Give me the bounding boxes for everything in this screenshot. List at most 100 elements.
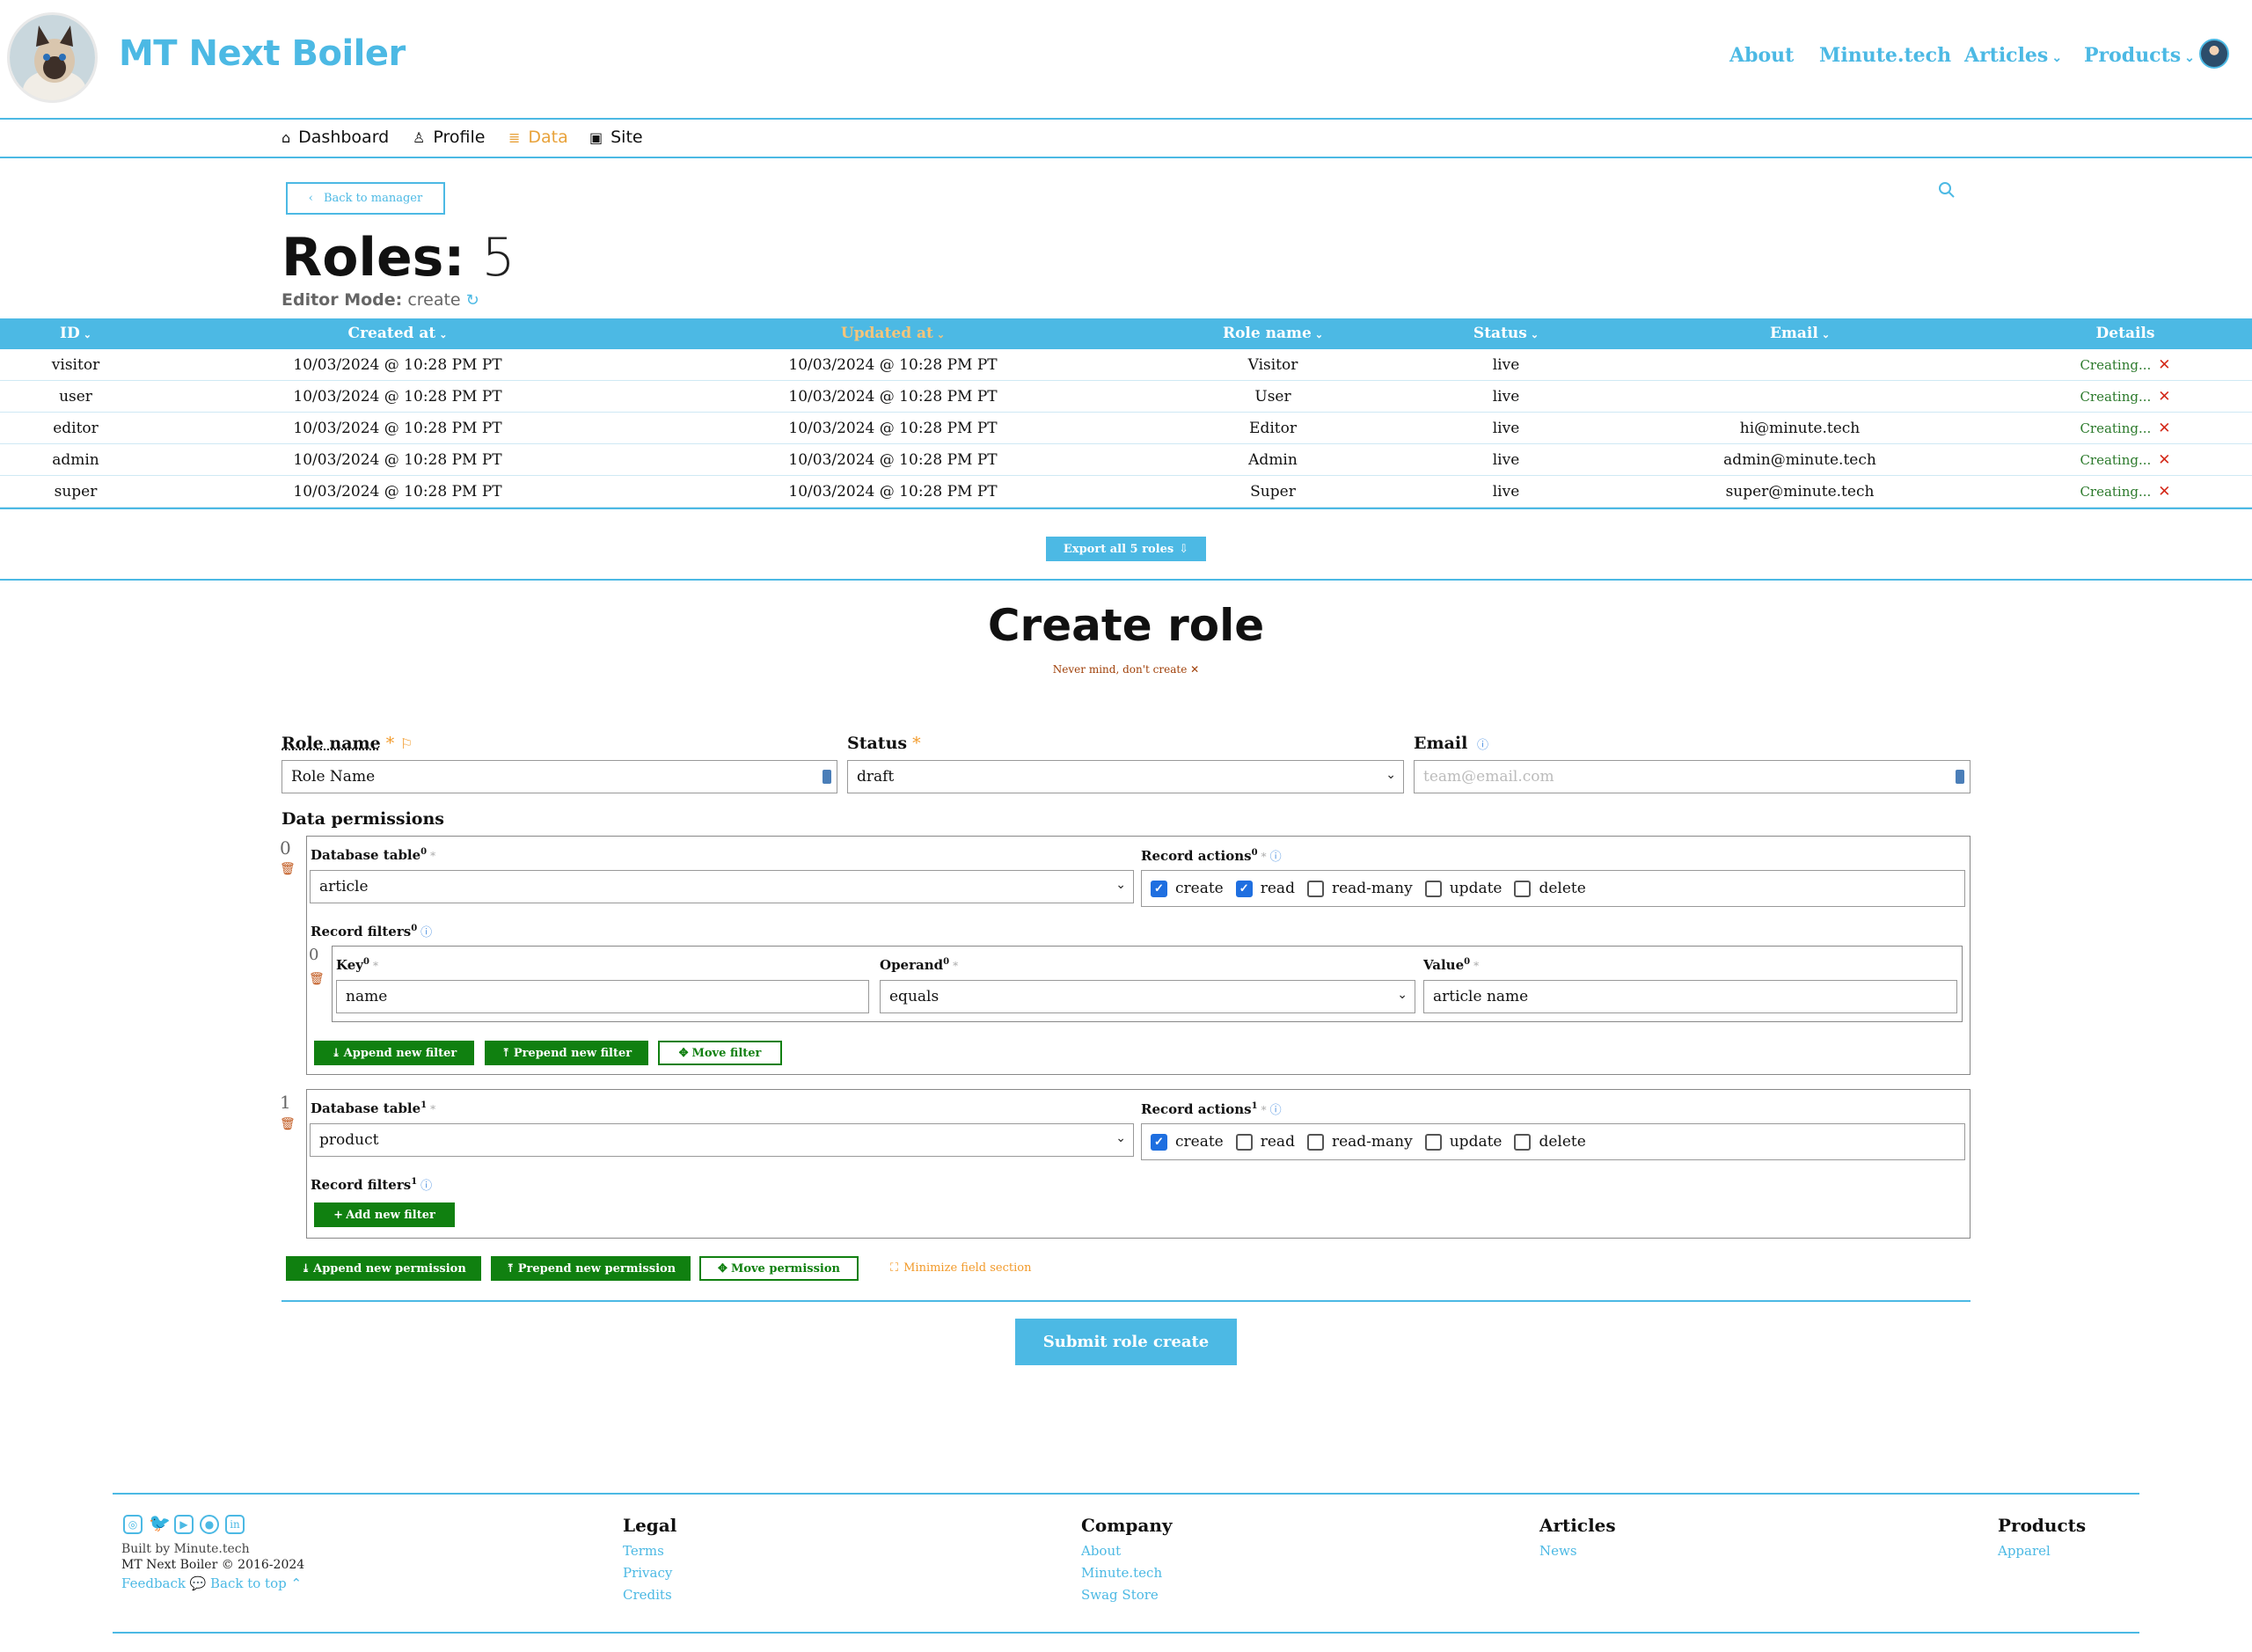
cell-details[interactable]: Creating... ✕ [2037, 413, 2213, 444]
append-filter-button[interactable]: ⤓ Append new filter [314, 1041, 474, 1065]
youtube-icon[interactable]: ▶ [174, 1515, 194, 1534]
prepend-filter-button[interactable]: ⤒ Prepend new filter [485, 1041, 648, 1065]
append-permission-button[interactable]: ⤓ Append new permission [286, 1256, 481, 1281]
checkbox-read[interactable] [1235, 1133, 1253, 1151]
close-icon[interactable]: ✕ [2158, 451, 2170, 469]
cell-id: super [54, 483, 98, 501]
footer-link-about[interactable]: About [1081, 1543, 1121, 1559]
table-row[interactable]: super 10/03/2024 @ 10:28 PM PT 10/03/2024 … [0, 476, 2252, 508]
cell-role-name: User [1254, 388, 1291, 406]
nav-minute-tech[interactable]: Minute.tech [1819, 44, 1951, 67]
nav-about[interactable]: About [1729, 44, 1794, 67]
db-table-select[interactable]: article ⌄ [310, 870, 1134, 903]
cell-details[interactable]: Creating... ✕ [2037, 476, 2213, 508]
footer-link-news[interactable]: News [1539, 1543, 1577, 1559]
footer-link-minute-tech[interactable]: Minute.tech [1081, 1565, 1162, 1581]
trash-icon[interactable]: 🗑 [280, 862, 296, 876]
subnav-profile[interactable]: ♙ Profile [413, 128, 485, 147]
checkbox-read-many[interactable] [1306, 880, 1324, 897]
footer-link-credits[interactable]: Credits [623, 1587, 672, 1603]
table-row[interactable]: editor 10/03/2024 @ 10:28 PM PT 10/03/2024… [0, 413, 2252, 444]
filter-key-input[interactable]: name [336, 980, 869, 1013]
site-logo[interactable] [7, 12, 98, 103]
submit-role-button[interactable]: Submit role create [1015, 1319, 1237, 1365]
checkbox-create[interactable]: ✓ [1151, 880, 1167, 897]
cell-details[interactable]: Creating... ✕ [2037, 349, 2213, 381]
col-created-at[interactable]: Created at ⌄ [239, 318, 556, 349]
col-email[interactable]: Email ⌄ [1712, 318, 1888, 349]
checkbox-delete[interactable] [1514, 880, 1532, 897]
database-icon: ≣ [508, 128, 521, 146]
record-filters-label: Record filters1 ⓘ [311, 1177, 433, 1193]
table-row[interactable]: admin 10/03/2024 @ 10:28 PM PT 10/03/2024 … [0, 444, 2252, 476]
trash-icon[interactable]: 🗑 [309, 972, 325, 986]
cell-email [1712, 381, 1888, 413]
subnav-dashboard[interactable]: ⌂ Dashboard [282, 128, 389, 147]
col-updated-at[interactable]: Updated at ⌄ [735, 318, 1051, 349]
cell-details[interactable]: Creating... ✕ [2037, 381, 2213, 413]
db-table-label: Database table1 * [311, 1100, 436, 1116]
status-select[interactable]: draft ⌄ [847, 760, 1404, 793]
search-icon[interactable] [1938, 181, 1956, 199]
checkbox-delete[interactable] [1514, 1133, 1532, 1151]
col-role-name[interactable]: Role name ⌄ [1185, 318, 1361, 349]
twitter-icon[interactable]: 🐦 [149, 1514, 171, 1534]
cell-details[interactable]: Creating... ✕ [2037, 444, 2213, 476]
close-icon[interactable]: ✕ [2158, 420, 2170, 437]
cell-updated-at: 10/03/2024 @ 10:28 PM PT [788, 420, 998, 437]
subnav-data[interactable]: ≣ Data [508, 128, 568, 147]
footer-link-privacy[interactable]: Privacy [623, 1565, 672, 1581]
footer-link-swag-store[interactable]: Swag Store [1081, 1587, 1159, 1603]
user-avatar[interactable] [2199, 39, 2229, 69]
db-table-select[interactable]: product ⌄ [310, 1123, 1134, 1157]
home-icon: ⌂ [282, 128, 291, 146]
trash-icon[interactable]: 🗑 [280, 1117, 296, 1131]
autofill-icon[interactable] [823, 770, 831, 784]
checkbox-read-many[interactable] [1306, 1133, 1324, 1151]
feedback-link[interactable]: Feedback 💬 [121, 1575, 206, 1591]
nav-articles[interactable]: Articles ⌄ [1964, 44, 2062, 67]
cancel-create-link[interactable]: Never mind, don't create ✕ [0, 663, 2252, 676]
nav-products[interactable]: Products ⌄ [2084, 44, 2195, 67]
close-icon[interactable]: ✕ [2158, 388, 2170, 406]
chevron-up-icon: ⌃ [290, 1575, 303, 1591]
export-roles-button[interactable]: Export all 5 roles ⇩ [1046, 537, 1206, 561]
cell-email: hi@minute.tech [1739, 420, 1861, 437]
prepend-permission-button[interactable]: ⤒ Prepend new permission [491, 1256, 691, 1281]
filter-operand-select[interactable]: equals ⌄ [880, 980, 1415, 1013]
info-icon[interactable]: ⓘ [1477, 739, 1488, 752]
back-to-manager-button[interactable]: ‹ Back to manager [286, 182, 445, 215]
back-to-top-link[interactable]: Back to top ⌃ [210, 1575, 302, 1591]
email-input[interactable]: team@email.com [1414, 760, 1970, 793]
close-icon[interactable]: ✕ [2158, 483, 2170, 501]
checkbox-update[interactable] [1424, 880, 1442, 897]
close-icon: ✕ [1190, 663, 1200, 676]
col-status[interactable]: Status ⌄ [1418, 318, 1594, 349]
table-row[interactable]: user 10/03/2024 @ 10:28 PM PT 10/03/2024 @… [0, 381, 2252, 413]
autofill-icon[interactable] [1956, 770, 1964, 784]
checkbox-create[interactable]: ✓ [1151, 1133, 1167, 1151]
minimize-section-button[interactable]: ⛶ Minimize field section [890, 1261, 1031, 1275]
subnav-site[interactable]: ▣ Site [589, 128, 643, 147]
filter-value-input[interactable]: article name [1423, 980, 1957, 1013]
refresh-icon[interactable]: ↻ [466, 291, 479, 310]
move-filter-button[interactable]: ✥ Move filter [658, 1041, 782, 1065]
operand-label: Operand0 * [880, 957, 959, 973]
checkbox-update[interactable] [1424, 1133, 1442, 1151]
chevron-down-icon: ⌄ [1115, 1131, 1126, 1145]
move-permission-button[interactable]: ✥ Move permission [699, 1256, 859, 1281]
copyright: MT Next Boiler © 2016-2024 [121, 1558, 305, 1572]
instagram-icon[interactable]: ◎ [123, 1515, 143, 1534]
col-id[interactable]: ID ⌄ [0, 318, 151, 349]
footer-link-terms[interactable]: Terms [623, 1543, 664, 1559]
checkbox-read[interactable]: ✓ [1235, 880, 1253, 897]
brand-title[interactable]: MT Next Boiler [119, 33, 406, 74]
add-filter-button[interactable]: + Add new filter [314, 1202, 455, 1227]
github-icon[interactable]: ● [200, 1515, 219, 1534]
chevron-down-icon: ⌄ [439, 329, 448, 340]
close-icon[interactable]: ✕ [2158, 356, 2170, 374]
footer-link-apparel[interactable]: Apparel [1998, 1543, 2051, 1559]
role-name-input[interactable]: Role Name [282, 760, 837, 793]
linkedin-icon[interactable]: in [225, 1515, 245, 1534]
table-row[interactable]: visitor 10/03/2024 @ 10:28 PM PT 10/03/202… [0, 349, 2252, 381]
